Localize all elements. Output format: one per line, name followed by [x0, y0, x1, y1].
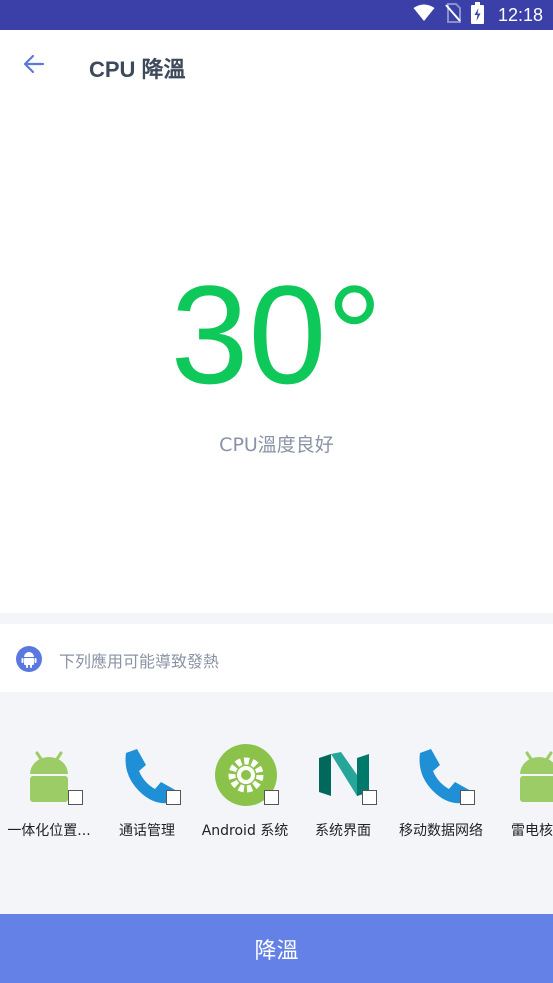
app-item[interactable]: 雷电核心: [490, 742, 553, 852]
arrow-left-icon: [23, 54, 45, 78]
app-bar: CPU 降溫: [0, 30, 553, 102]
no-sim-icon: [445, 3, 461, 27]
temperature-status: CPU溫度良好: [219, 434, 334, 456]
app-checkbox[interactable]: [362, 790, 377, 805]
temperature-value: 30°: [170, 256, 383, 413]
page-title: CPU 降溫: [89, 57, 186, 82]
app-item[interactable]: 移动数据网络: [392, 742, 490, 852]
app-checkbox[interactable]: [264, 790, 279, 805]
wifi-icon: [413, 4, 435, 26]
app-label: Android 系统: [201, 823, 289, 839]
apps-section-header: 下列應用可能導致發熱: [0, 624, 553, 692]
status-icons: 12:18: [413, 0, 543, 30]
apps-list: 一体化位置... 通话管理 Android 系统 系统界面 移动数据网络 雷电核: [0, 692, 553, 914]
app-checkbox[interactable]: [68, 790, 83, 805]
app-label: 通话管理: [119, 823, 175, 839]
section-divider: [0, 613, 553, 624]
app-label: 移动数据网络: [399, 823, 483, 839]
status-bar: 12:18: [0, 0, 553, 30]
app-checkbox[interactable]: [166, 790, 181, 805]
app-label: 系统界面: [315, 823, 371, 839]
app-item[interactable]: 系统界面: [294, 742, 392, 852]
battery-charging-icon: [470, 2, 484, 28]
app-label: 雷电核心: [511, 823, 553, 839]
app-item[interactable]: Android 系统: [196, 742, 294, 852]
status-time: 12:18: [497, 4, 543, 25]
app-label: 一体化位置...: [7, 823, 91, 839]
cool-down-button[interactable]: 降溫: [0, 914, 553, 983]
android-robot-icon: [509, 744, 553, 812]
android-icon: [16, 646, 42, 672]
cool-down-button-label: 降溫: [254, 938, 299, 964]
app-item[interactable]: 通话管理: [98, 742, 196, 852]
app-item[interactable]: 一体化位置...: [0, 742, 98, 852]
apps-section-title: 下列應用可能導致發熱: [59, 652, 220, 671]
back-button[interactable]: [16, 48, 52, 84]
app-checkbox[interactable]: [460, 790, 475, 805]
